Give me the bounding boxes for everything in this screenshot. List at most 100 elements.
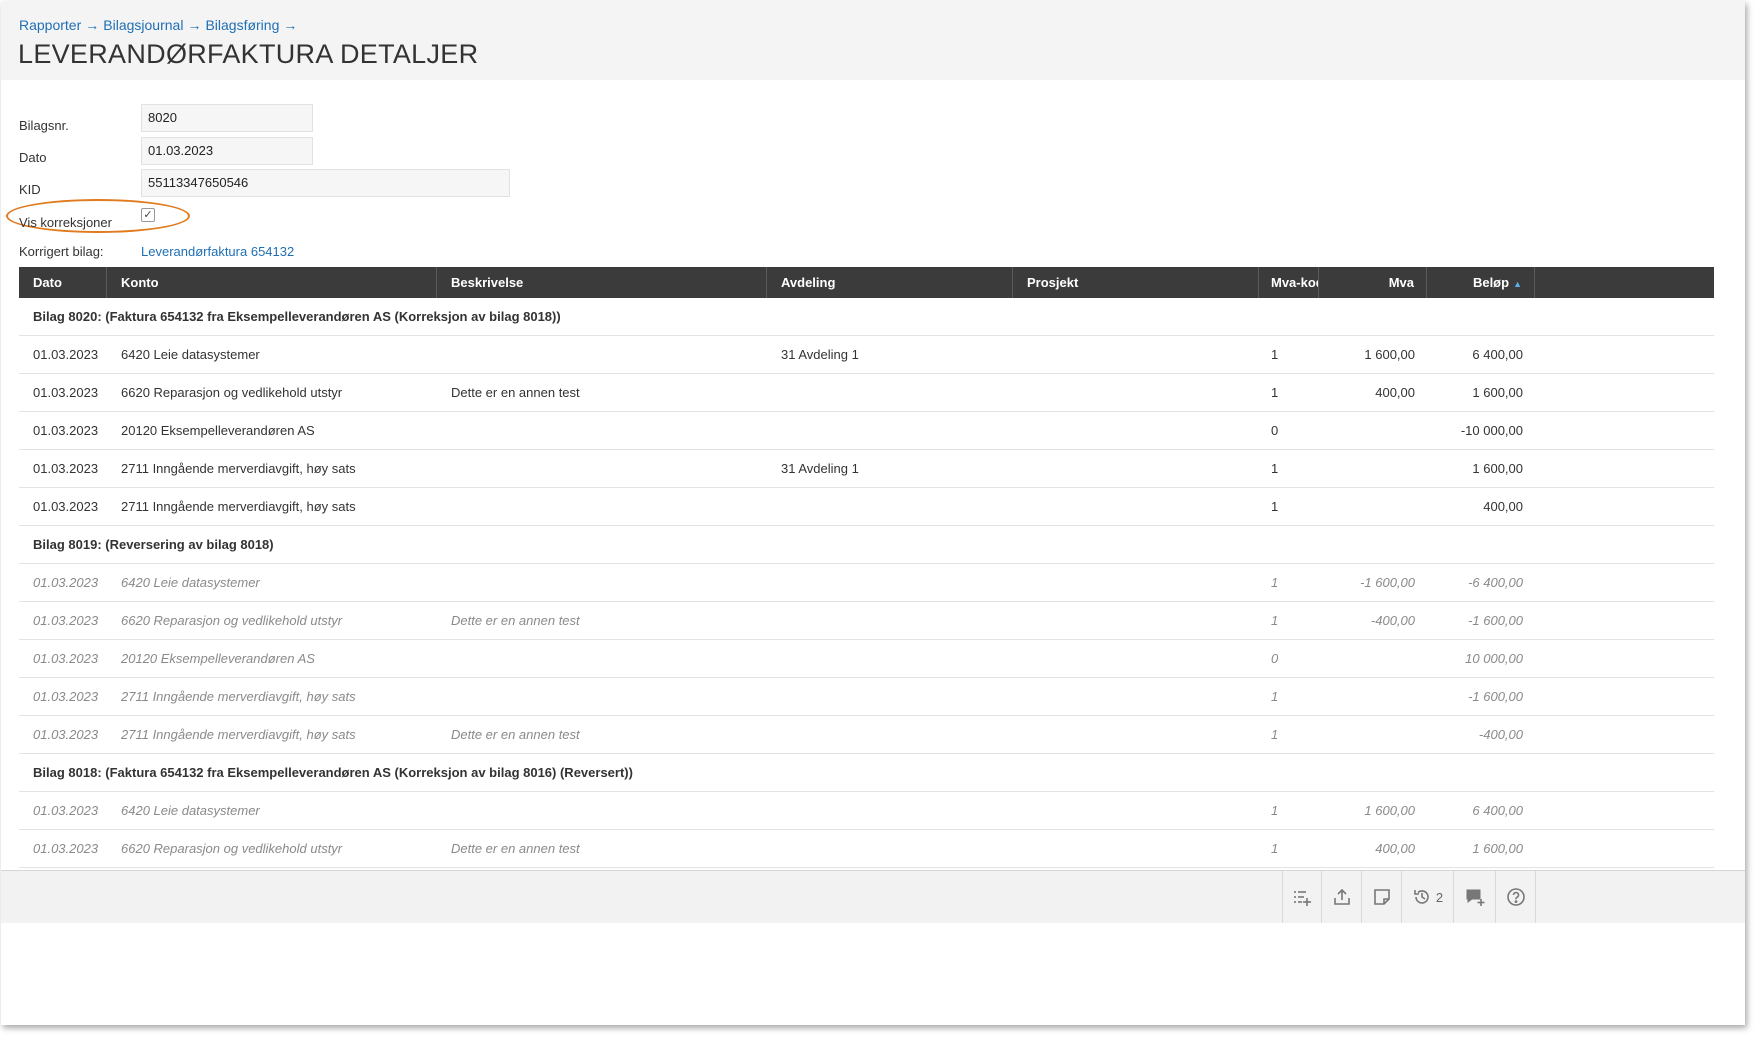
table-cell: -10 000,00: [1460, 423, 1523, 438]
column-header-6[interactable]: Mva: [1319, 267, 1427, 298]
table-cell: [1319, 716, 1427, 753]
table-cell: [437, 678, 767, 715]
table-cell: [767, 716, 1013, 753]
table-cell: [767, 678, 1013, 715]
column-header-4[interactable]: Prosjekt: [1013, 267, 1259, 298]
column-header-label: Beskrivelse: [451, 275, 524, 290]
table-cell: [1013, 602, 1259, 639]
kid-field[interactable]: 55113347650546: [141, 169, 510, 197]
breadcrumb-bilagsforing[interactable]: Bilagsføring: [205, 17, 279, 33]
help-icon: [1506, 887, 1526, 907]
add-list-icon: [1292, 887, 1312, 907]
table-row[interactable]: 01.03.2023 6420 Leie datasystemer 31 Avdel…: [19, 336, 1714, 374]
add-list-button[interactable]: [1282, 871, 1321, 923]
bilag-table: Dato Konto Beskrivelse Avdeling Prosjekt Mva-…: [19, 267, 1714, 906]
table-cell: [1013, 450, 1259, 487]
sort-asc-icon: ▲: [1513, 279, 1522, 289]
table-cell: Dette er en annen test: [451, 727, 580, 742]
table-cell: [767, 640, 1013, 677]
table-row[interactable]: 01.03.2023 6420 Leie datasystemer 1 -1 600,…: [19, 564, 1714, 602]
column-header-7[interactable]: Beløp ▲: [1427, 267, 1535, 298]
table-row[interactable]: 01.03.2023 2711 Inngående merverdiavgift,…: [19, 716, 1714, 754]
table-row[interactable]: 01.03.2023 2711 Inngående merverdiavgift,…: [19, 488, 1714, 526]
column-header-0[interactable]: Dato: [19, 267, 107, 298]
column-header-label: Konto: [121, 275, 159, 290]
table-cell: 20120 Eksempelleverandøren AS: [121, 651, 315, 666]
table-cell: 6420 Leie datasystemer: [121, 803, 260, 818]
table-row[interactable]: 01.03.2023 6420 Leie datasystemer 1 1 600,0…: [19, 792, 1714, 830]
table-cell: 10 000,00: [1465, 651, 1523, 666]
table-cell: 400,00: [1375, 841, 1415, 856]
table-cell: 2711 Inngående merverdiavgift, høy sats: [121, 499, 356, 514]
table-cell: 1 600,00: [1364, 803, 1415, 818]
column-header-2[interactable]: Beskrivelse: [437, 267, 767, 298]
table-row[interactable]: 01.03.2023 6620 Reparasjon og vedlikehold…: [19, 602, 1714, 640]
group-row[interactable]: Bilag 8019: (Reversering av bilag 8018): [19, 526, 1714, 564]
table-cell: 01.03.2023: [33, 347, 99, 362]
table-cell: [767, 488, 1013, 525]
table-cell: 1 600,00: [1364, 347, 1415, 362]
column-header-1[interactable]: Konto: [107, 267, 437, 298]
table-cell: [1319, 412, 1427, 449]
vis-korreksjoner-label: Vis korreksjoner: [19, 215, 112, 230]
group-label: Bilag 8018: (Faktura 654132 fra Eksempel…: [33, 765, 633, 780]
breadcrumb-rapporter[interactable]: Rapporter: [19, 17, 81, 33]
vis-korreksjoner-checkbox[interactable]: ✓: [141, 208, 155, 222]
history-button[interactable]: 2: [1401, 871, 1453, 923]
table-cell: 01.03.2023: [33, 499, 99, 514]
table-cell: 6420 Leie datasystemer: [121, 347, 260, 362]
table-cell: 31 Avdeling 1: [781, 461, 859, 476]
table-cell: [767, 792, 1013, 829]
dato-field[interactable]: 01.03.2023: [141, 137, 313, 165]
table-cell: 1 600,00: [1472, 461, 1523, 476]
footer-toolbar: 2: [1, 870, 1745, 923]
column-header-label: Avdeling: [781, 275, 836, 290]
column-header-label: Mva: [1388, 275, 1414, 290]
table-cell: [1013, 678, 1259, 715]
column-header-3[interactable]: Avdeling: [767, 267, 1013, 298]
table-cell: 6620 Reparasjon og vedlikehold utstyr: [121, 841, 343, 856]
table-cell: 6 400,00: [1472, 347, 1523, 362]
column-header-5[interactable]: Mva-kod: [1259, 267, 1319, 298]
table-cell: 01.03.2023: [33, 727, 99, 742]
table-row[interactable]: 01.03.2023 20120 Eksempelleverandøren AS 0…: [19, 412, 1714, 450]
note-button[interactable]: [1361, 871, 1401, 923]
column-header-label: Mva-kod: [1271, 275, 1319, 290]
table-cell: [437, 412, 767, 449]
table-cell: [437, 564, 767, 601]
table-cell: -400,00: [1478, 727, 1523, 742]
column-header-label: Beløp: [1472, 275, 1510, 290]
table-cell: 1: [1271, 613, 1279, 628]
table-cell: 1: [1271, 841, 1279, 856]
table-row[interactable]: 01.03.2023 20120 Eksempelleverandøren AS 0…: [19, 640, 1714, 678]
table-row[interactable]: 01.03.2023 2711 Inngående merverdiavgift,…: [19, 678, 1714, 716]
group-label: Bilag 8020: (Faktura 654132 fra Eksempel…: [33, 309, 561, 324]
footer-divider: [1535, 871, 1536, 923]
table-cell: 1 600,00: [1472, 841, 1523, 856]
korrigert-bilag-link[interactable]: Leverandørfaktura 654132: [141, 244, 294, 259]
table-cell: 1: [1271, 461, 1279, 476]
breadcrumb-arrow: →: [187, 17, 202, 33]
help-button[interactable]: [1495, 871, 1535, 923]
history-icon: [1412, 887, 1432, 907]
comment-add-button[interactable]: [1453, 871, 1495, 923]
table-cell: 1: [1271, 689, 1279, 704]
table-cell: 2711 Inngående merverdiavgift, høy sats: [121, 689, 356, 704]
export-button[interactable]: [1321, 871, 1361, 923]
breadcrumb-arrow: →: [85, 17, 100, 33]
group-row[interactable]: Bilag 8018: (Faktura 654132 fra Eksempel…: [19, 754, 1714, 792]
table-body: Bilag 8020: (Faktura 654132 fra Eksempel…: [19, 298, 1714, 906]
table-row[interactable]: 01.03.2023 6620 Reparasjon og vedlikehold…: [19, 374, 1714, 412]
column-header-label: Prosjekt: [1027, 275, 1079, 290]
table-row[interactable]: 01.03.2023 2711 Inngående merverdiavgift,…: [19, 450, 1714, 488]
table-cell: 01.03.2023: [33, 575, 99, 590]
table-cell: 1: [1271, 727, 1279, 742]
history-count: 2: [1435, 889, 1444, 905]
bilagsnr-field[interactable]: 8020: [141, 104, 313, 132]
table-cell: 1: [1271, 803, 1279, 818]
group-row[interactable]: Bilag 8020: (Faktura 654132 fra Eksempel…: [19, 298, 1714, 336]
kid-label: KID: [19, 182, 41, 197]
breadcrumb-bilagsjournal[interactable]: Bilagsjournal: [103, 17, 183, 33]
table-cell: Dette er en annen test: [451, 385, 580, 400]
table-row[interactable]: 01.03.2023 6620 Reparasjon og vedlikehold…: [19, 830, 1714, 868]
